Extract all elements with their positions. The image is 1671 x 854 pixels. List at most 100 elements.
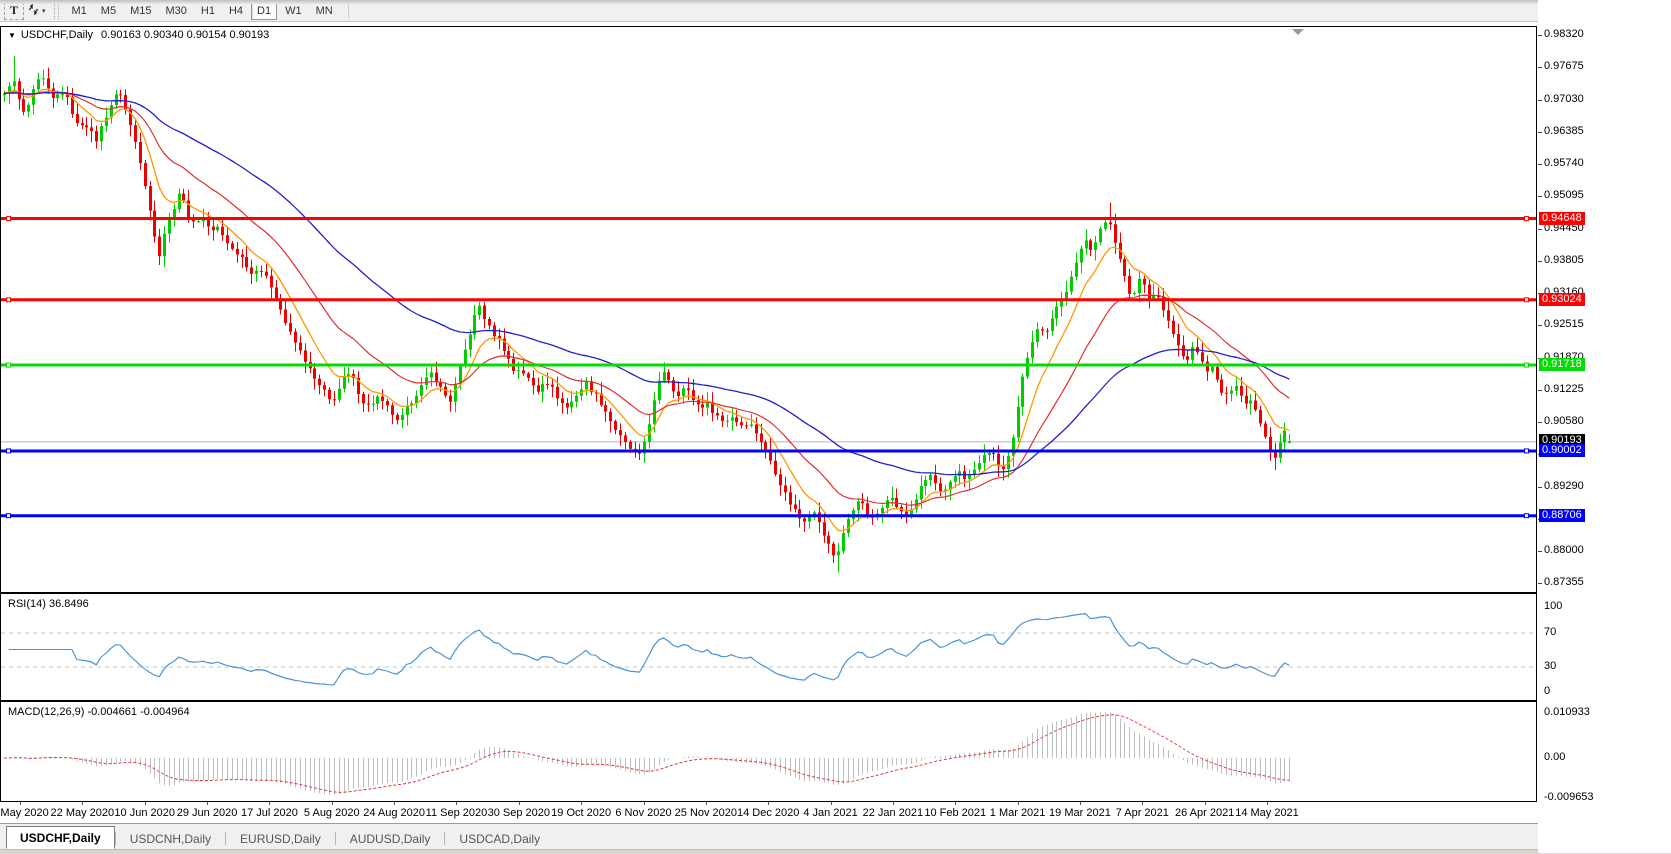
status-bar — [0, 849, 1671, 854]
timeframe-button-M1[interactable]: M1 — [66, 2, 93, 20]
price-axis-tick-mark — [1538, 196, 1542, 197]
time-axis-tick-mark — [706, 802, 707, 805]
price-axis-tick-mark — [1538, 35, 1542, 36]
macd-axis-tick: 0.010933 — [1544, 706, 1590, 718]
text-tool-button[interactable]: T — [4, 2, 24, 20]
price-axis-tick: 0.91225 — [1544, 383, 1584, 395]
rsi-indicator-canvas[interactable] — [0, 593, 1537, 701]
tab-audusd[interactable]: AUDUSD,Daily — [336, 828, 445, 849]
time-axis[interactable]: 4 May 202022 May 202010 Jun 202029 Jun 2… — [0, 802, 1537, 822]
price-axis-tick-mark — [1538, 551, 1542, 552]
timeframe-button-M5[interactable]: M5 — [95, 2, 122, 20]
timeframe-button-M30[interactable]: M30 — [159, 2, 192, 20]
time-axis-tick-mark — [519, 802, 520, 805]
price-axis-tick-mark — [1538, 583, 1542, 584]
time-axis-tick: 4 Jan 2021 — [803, 807, 857, 819]
timeframe-button-group: M1M5M15M30H1H4D1W1MN — [65, 2, 340, 20]
price-axis-tick-mark — [1538, 67, 1542, 68]
price-axis-tick-mark — [1538, 100, 1542, 101]
tab-usdcad[interactable]: USDCAD,Daily — [445, 828, 554, 849]
price-axis-tick: 0.95095 — [1544, 189, 1584, 201]
tab-usdcnh[interactable]: USDCNH,Daily — [116, 828, 225, 849]
time-axis-tick: 22 May 2020 — [51, 807, 115, 819]
time-axis-tick-mark — [456, 802, 457, 805]
price-axis-tick-mark — [1538, 261, 1542, 262]
time-axis-tick: 11 Sep 2020 — [426, 807, 488, 819]
price-axis-tick-mark — [1538, 390, 1542, 391]
chart-scrollbar[interactable] — [0, 0, 1671, 4]
time-axis-tick-mark — [768, 802, 769, 805]
timeframe-button-H1[interactable]: H1 — [195, 2, 221, 20]
rsi-axis-tick: 30 — [1544, 660, 1556, 672]
time-axis-tick-mark — [1080, 802, 1081, 805]
time-axis-tick-mark — [82, 802, 83, 805]
timeframe-button-D1[interactable]: D1 — [251, 2, 277, 20]
time-axis-tick-mark — [1142, 802, 1143, 805]
time-axis-tick-mark — [955, 802, 956, 805]
price-axis-tick: 0.92515 — [1544, 318, 1584, 330]
time-axis-tick: 1 Mar 2021 — [990, 807, 1046, 819]
time-axis-tick: 19 Oct 2020 — [551, 807, 611, 819]
time-axis-tick: 10 Jun 2020 — [114, 807, 175, 819]
level-price-label: 0.90002 — [1539, 444, 1585, 457]
rsi-label: RSI(14) 36.8496 — [8, 598, 89, 610]
price-axis-tick-mark — [1538, 325, 1542, 326]
timeframe-button-H4[interactable]: H4 — [223, 2, 249, 20]
level-price-label: 0.88706 — [1539, 509, 1585, 522]
time-axis-tick-mark — [145, 802, 146, 805]
time-axis-tick: 30 Sep 2020 — [488, 807, 550, 819]
chart-dropdown-icon[interactable]: ▼ — [8, 31, 16, 40]
timeframe-button-M15[interactable]: M15 — [124, 2, 157, 20]
price-axis-tick: 0.98320 — [1544, 28, 1584, 40]
time-axis-tick-mark — [394, 802, 395, 805]
timeframe-button-MN[interactable]: MN — [310, 2, 339, 20]
time-axis-tick: 14 May 2021 — [1235, 807, 1299, 819]
time-axis-tick-mark — [1018, 802, 1019, 805]
time-axis-tick-mark — [207, 802, 208, 805]
macd-axis-tick: 0.00 — [1544, 751, 1565, 763]
time-axis-tick-mark — [644, 802, 645, 805]
time-axis-tick: 26 Apr 2021 — [1175, 807, 1234, 819]
time-axis-tick-mark — [332, 802, 333, 805]
toolbar-grip[interactable] — [54, 3, 59, 19]
level-price-label: 0.91718 — [1539, 358, 1585, 371]
time-axis-tick: 10 Feb 2021 — [924, 807, 986, 819]
price-axis-tick: 0.93805 — [1544, 254, 1584, 266]
time-axis-tick: 5 Aug 2020 — [304, 807, 360, 819]
price-axis-tick: 0.87355 — [1544, 576, 1584, 588]
time-axis-tick: 22 Jan 2021 — [863, 807, 924, 819]
time-axis-tick: 17 Jul 2020 — [241, 807, 298, 819]
price-axis-tick: 0.90580 — [1544, 415, 1584, 427]
symbol-ohlc-label: ▼ USDCHF,Daily 0.90163 0.90340 0.90154 0… — [8, 29, 269, 41]
tab-eurusd[interactable]: EURUSD,Daily — [226, 828, 335, 849]
time-axis-tick-mark — [581, 802, 582, 805]
price-axis-tick-mark — [1538, 487, 1542, 488]
cursor-tool-button[interactable]: ▾ — [26, 2, 47, 20]
sort-arrows-icon — [27, 3, 40, 19]
macd-indicator-canvas[interactable] — [0, 701, 1537, 802]
price-axis-tick: 0.89290 — [1544, 480, 1584, 492]
time-axis-tick-mark — [20, 802, 21, 805]
tab-usdchf[interactable]: USDCHF,Daily — [6, 826, 115, 849]
chart-shift-marker[interactable] — [1292, 29, 1304, 35]
price-axis-tick: 0.88000 — [1544, 544, 1584, 556]
ohlc-values: 0.90163 0.90340 0.90154 0.90193 — [101, 29, 269, 41]
timeframe-button-W1[interactable]: W1 — [279, 2, 308, 20]
rsi-axis-tick: 70 — [1544, 626, 1556, 638]
symbol-timeframe-text: USDCHF,Daily — [21, 29, 93, 41]
rsi-axis-tick: 0 — [1544, 685, 1550, 697]
price-axis-tick-mark — [1538, 164, 1542, 165]
price-axis-tick: 0.97030 — [1544, 93, 1584, 105]
time-axis-tick-mark — [1267, 802, 1268, 805]
chart-tab-bar: USDCHF,DailyUSDCNH,DailyEURUSD,DailyAUDU… — [0, 823, 1671, 849]
level-price-label: 0.93024 — [1539, 293, 1585, 306]
macd-label: MACD(12,26,9) -0.004661 -0.004964 — [8, 706, 190, 718]
time-axis-tick: 14 Dec 2020 — [737, 807, 799, 819]
level-price-label: 0.94648 — [1539, 212, 1585, 225]
price-axis[interactable]: 0.983200.976750.970300.963850.957400.950… — [1538, 0, 1671, 853]
toolbar-separator — [348, 3, 349, 19]
price-axis-tick: 0.97675 — [1544, 60, 1584, 72]
price-chart-canvas[interactable] — [0, 26, 1537, 593]
time-axis-tick: 19 Mar 2021 — [1049, 807, 1111, 819]
time-axis-tick-mark — [269, 802, 270, 805]
